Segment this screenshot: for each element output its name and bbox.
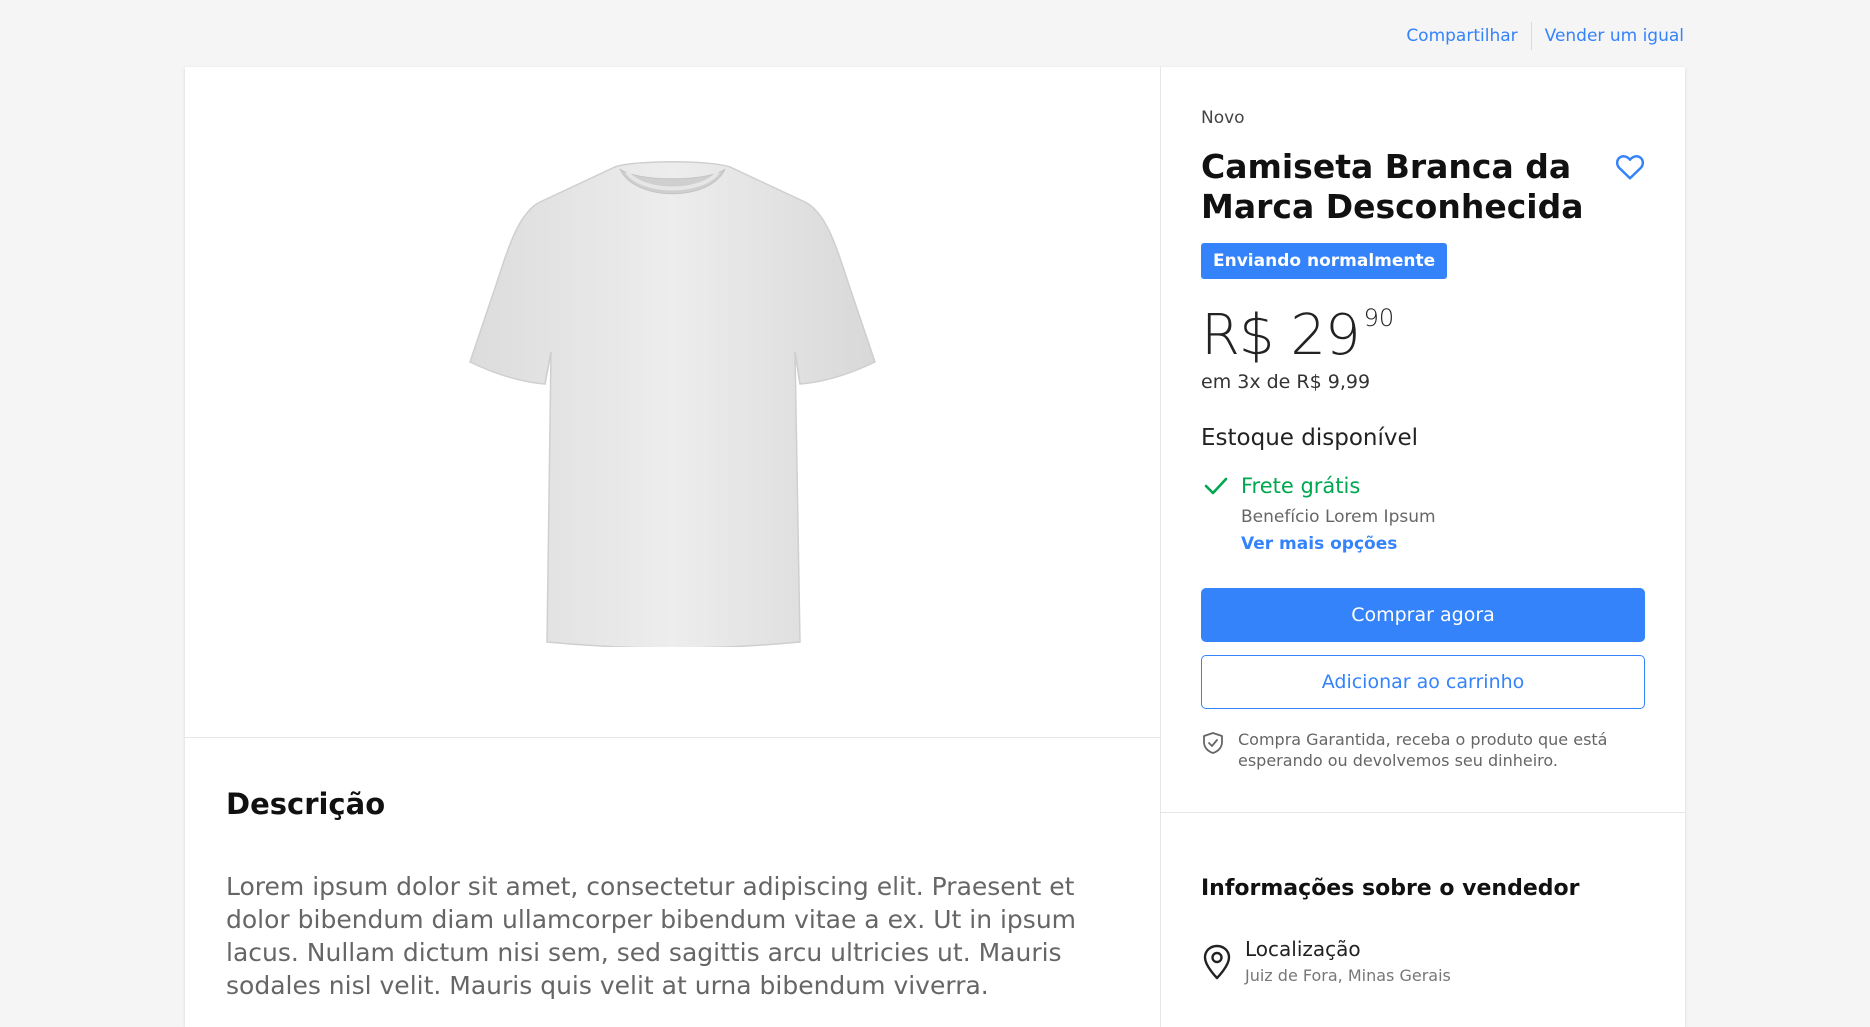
product-title: Camiseta Branca da Marca Desconhecida bbox=[1201, 147, 1584, 226]
guarantee-text: Compra Garantida, receba o produto que e… bbox=[1238, 730, 1608, 770]
location-pin-icon bbox=[1201, 944, 1233, 984]
heart-icon[interactable] bbox=[1615, 153, 1645, 185]
description-title: Descrição bbox=[226, 787, 386, 821]
price-cents: 90 bbox=[1363, 304, 1395, 332]
product-gallery bbox=[185, 67, 1160, 738]
more-options-link[interactable]: Ver mais opções bbox=[1241, 534, 1397, 554]
share-link[interactable]: Compartilhar bbox=[1406, 26, 1517, 46]
purchase-panel: Novo Camiseta Branca da Marca Desconheci… bbox=[1161, 67, 1685, 1027]
product-main-column: Descrição Lorem ipsum dolor sit amet, co… bbox=[185, 67, 1161, 1027]
buy-now-button[interactable]: Comprar agora bbox=[1201, 588, 1645, 642]
shield-check-icon bbox=[1201, 731, 1225, 759]
location-label: Localização bbox=[1245, 937, 1361, 961]
add-to-cart-button[interactable]: Adicionar ao carrinho bbox=[1201, 655, 1645, 709]
condition-label: Novo bbox=[1201, 108, 1245, 128]
product-image[interactable] bbox=[455, 152, 890, 647]
top-links: Compartilhar Vender um igual bbox=[1406, 22, 1684, 50]
shipping-status-badge: Enviando normalmente bbox=[1201, 243, 1448, 279]
free-shipping-label: Frete grátis bbox=[1241, 474, 1361, 498]
shipping-benefit: Benefício Lorem Ipsum bbox=[1241, 507, 1436, 527]
location-value: Juiz de Fora, Minas Gerais bbox=[1245, 966, 1451, 985]
sell-similar-link[interactable]: Vender um igual bbox=[1545, 26, 1684, 46]
product-card: Descrição Lorem ipsum dolor sit amet, co… bbox=[185, 67, 1685, 1027]
section-divider bbox=[1161, 812, 1685, 813]
price: R$ 29 90 bbox=[1201, 303, 1394, 368]
description-text: Lorem ipsum dolor sit amet, consectetur … bbox=[226, 872, 1077, 1000]
check-icon bbox=[1203, 475, 1229, 501]
installments-text: em 3x de R$ 9,99 bbox=[1201, 371, 1371, 393]
link-divider bbox=[1530, 22, 1532, 50]
seller-info-title: Informações sobre o vendedor bbox=[1201, 876, 1580, 901]
stock-status: Estoque disponível bbox=[1201, 425, 1419, 451]
price-main: R$ 29 bbox=[1201, 303, 1361, 368]
